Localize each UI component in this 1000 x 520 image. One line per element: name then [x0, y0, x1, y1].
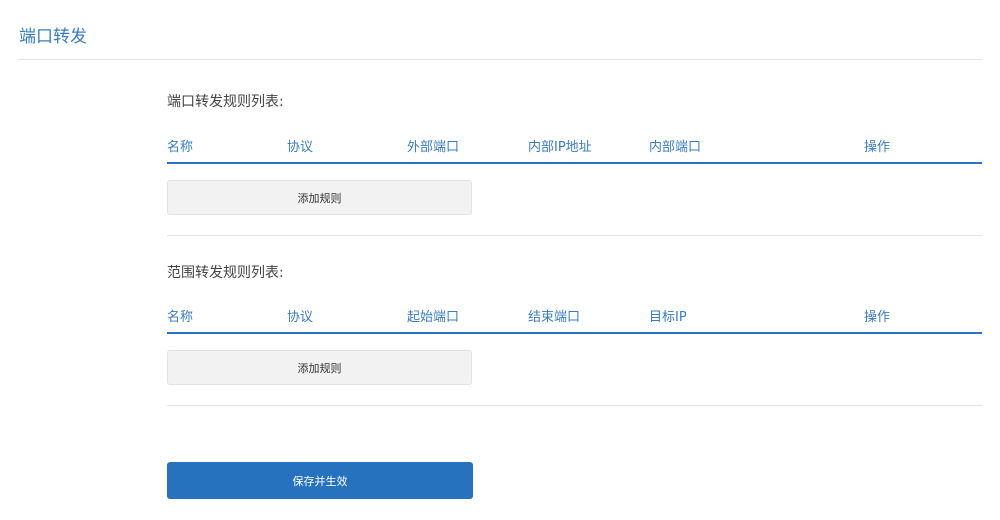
column-header: 名称 [167, 140, 194, 155]
save-apply-button[interactable]: 保存并生效 [167, 462, 473, 499]
column-header: 结束端口 [528, 310, 581, 325]
divider [19, 59, 982, 60]
page-title: 端口转发 [19, 27, 87, 47]
column-header: 内部端口 [649, 140, 702, 155]
range-rules-title: 范围转发规则列表: [167, 265, 284, 281]
divider [167, 235, 982, 236]
column-header: 协议 [287, 140, 314, 155]
add-port-rule-button[interactable]: 添加规则 [167, 180, 472, 215]
port-rules-title: 端口转发规则列表: [167, 94, 284, 110]
range-rules-table-header: 名称 协议 起始端口 结束端口 目标IP 操作 [167, 306, 982, 334]
column-header: 内部IP地址 [528, 140, 592, 155]
column-header: 外部端口 [407, 140, 460, 155]
add-range-rule-button[interactable]: 添加规则 [167, 350, 472, 385]
column-header: 操作 [864, 310, 891, 325]
column-header: 协议 [287, 310, 314, 325]
column-header: 操作 [864, 140, 891, 155]
column-header: 起始端口 [407, 310, 460, 325]
column-header: 目标IP [649, 310, 687, 325]
column-header: 名称 [167, 310, 194, 325]
port-rules-table-header: 名称 协议 外部端口 内部IP地址 内部端口 操作 [167, 136, 982, 164]
divider [167, 405, 982, 406]
